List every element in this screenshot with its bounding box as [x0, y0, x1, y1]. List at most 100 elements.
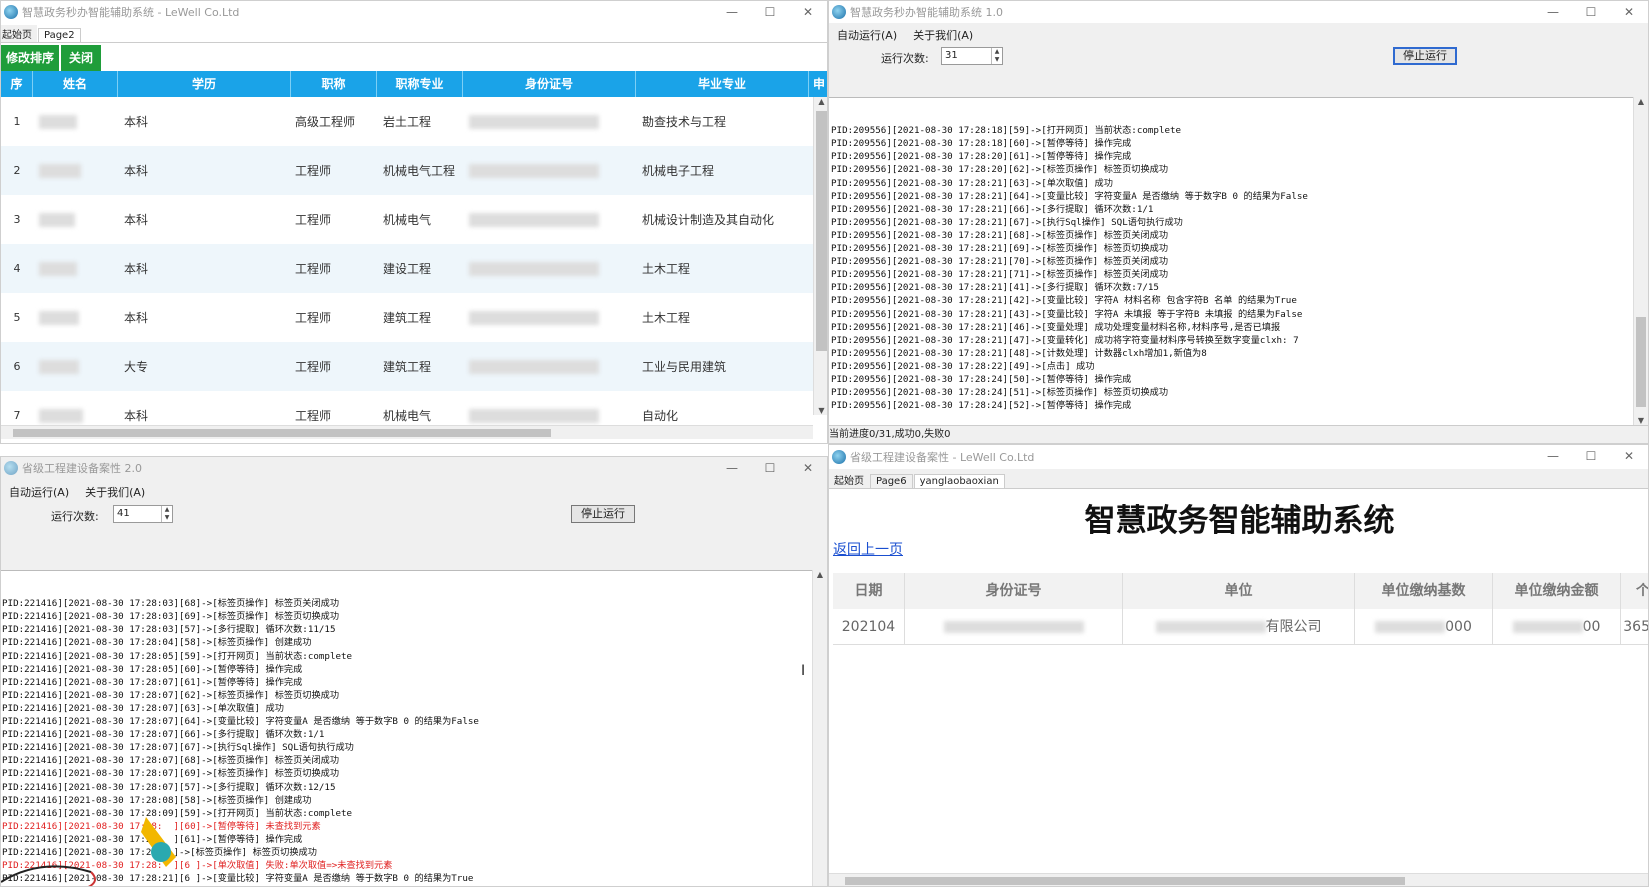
minimize-icon[interactable]: — — [1534, 1, 1572, 23]
stop-run-button[interactable]: 停止运行 — [1393, 47, 1457, 65]
col-header[interactable]: 毕业专业 — [636, 71, 809, 97]
log-line: PID:221416][2021-08-30 17:28:03][68]->[标… — [2, 598, 340, 610]
maximize-icon[interactable]: ☐ — [751, 1, 789, 23]
log-line: PID:221416][2021-08-30 17:28:03][57]->[多… — [2, 624, 336, 636]
title-bar[interactable]: 智慧政务秒办智能辅助系统 1.0 — ☐ ✕ — [829, 1, 1648, 23]
spinner-arrows-icon[interactable]: ▲ ▼ — [991, 48, 1002, 64]
log-line: PID:209556][2021-08-30 17:28:24][51]->[标… — [831, 387, 1169, 399]
scroll-down-icon[interactable]: ▼ — [814, 406, 827, 415]
tab-yanglaobaoxian[interactable]: yanglaobaoxian — [913, 474, 1005, 488]
tab-start[interactable]: 起始页 — [1, 25, 37, 42]
log-line: PID:221416][2021-08-30 17:28:05][59]->[打… — [2, 650, 353, 662]
scroll-up-icon[interactable]: ▲ — [1634, 97, 1648, 106]
table-row[interactable]: 3 本科 工程师 机械电气 机械设计制造及其自动化 — [1, 195, 813, 244]
tab-page6[interactable]: Page6 — [870, 474, 913, 488]
cell-grad: 土木工程 — [642, 262, 691, 276]
col-header[interactable]: 职称 — [291, 71, 377, 97]
col-header[interactable]: 身份证号 — [463, 71, 636, 97]
close-icon[interactable]: ✕ — [789, 1, 827, 23]
log-line: PID:221416][2021-08-30 17:28:04][58]->[标… — [2, 637, 312, 649]
run-count-input[interactable]: 31 ▲ ▼ — [941, 47, 1003, 65]
cell-edu: 大专 — [124, 360, 149, 374]
col-header: 日期 — [833, 573, 905, 609]
minimize-icon[interactable]: — — [713, 1, 751, 23]
page-hscroll[interactable] — [829, 873, 1648, 886]
log-line: PID:209556][2021-08-30 17:28:21][71]->[标… — [831, 269, 1169, 281]
run-count-input[interactable]: 41 ▲ ▼ — [113, 505, 173, 523]
col-header: 单位缴纳金额 — [1493, 573, 1621, 609]
stop-run-button[interactable]: 停止运行 — [571, 505, 635, 523]
scroll-up-icon[interactable]: ▲ — [814, 97, 827, 106]
minimize-icon[interactable]: — — [1534, 445, 1572, 467]
col-header[interactable]: 姓名 — [33, 71, 118, 97]
log-line: PID:209556][2021-08-30 17:28:20][61]->[暂… — [831, 151, 1132, 163]
title-bar[interactable]: 省级工程建设备案性 2.0 — ☐ ✕ — [1, 457, 827, 479]
maximize-icon[interactable]: ☐ — [1572, 445, 1610, 467]
table-hscroll[interactable] — [1, 425, 813, 439]
log-line: PID:209556][2021-08-30 17:28:21][63]->[单… — [831, 177, 1113, 189]
table-row[interactable]: 6 大专 工程师 建筑工程 工业与民用建筑 — [1, 342, 813, 391]
close-icon[interactable]: ✕ — [1610, 1, 1648, 23]
cell-major: 建筑工程 — [383, 311, 432, 325]
cell-no: 7 — [13, 409, 21, 422]
scroll-thumb[interactable] — [1636, 317, 1646, 407]
table-row[interactable]: 4 本科 工程师 建设工程 土木工程 — [1, 244, 813, 293]
col-header[interactable]: 职称专业 — [377, 71, 463, 97]
menu-auto-run[interactable]: 自动运行(A) — [829, 27, 905, 43]
close-button[interactable]: 关闭 — [61, 45, 102, 71]
cell-name — [33, 310, 118, 325]
cell-major: 建设工程 — [383, 262, 432, 276]
run-count-label: 运行次数: — [881, 52, 929, 65]
menu-about[interactable]: 关于我们(A) — [905, 27, 981, 43]
log-output[interactable]: PID:209556][2021-08-30 17:28:18][59]->[打… — [829, 97, 1648, 425]
cell-name — [33, 408, 118, 423]
table-vscroll[interactable]: ▲ ▼ — [813, 97, 827, 415]
log-line: PID:209556][2021-08-30 17:28:20][62]->[标… — [831, 164, 1169, 176]
log-line: PID:221416][2021-08-30 17:28:07][62]->[标… — [2, 689, 340, 701]
cell-id — [463, 114, 636, 129]
table-row[interactable]: 5 本科 工程师 建筑工程 土木工程 — [1, 293, 813, 342]
log-line: PID:209556][2021-08-30 17:28:24][52]->[暂… — [831, 400, 1132, 412]
window-browser: 省级工程建设备案性 - LeWell Co.Ltd — ☐ ✕ 起始页 Page… — [828, 444, 1649, 887]
log-vscroll[interactable]: ▲ ▼ — [1633, 97, 1648, 425]
table-row[interactable]: 2 本科 工程师 机械电气工程 机械电子工程 — [1, 146, 813, 195]
cell-major: 机械电气 — [383, 409, 432, 423]
log-line: PID:209556][2021-08-30 17:28:18][59]->[打… — [831, 125, 1182, 137]
app-icon — [832, 450, 846, 464]
col-header[interactable]: 申 — [809, 71, 827, 97]
tab-page2[interactable]: Page2 — [38, 28, 81, 42]
minimize-icon[interactable]: — — [713, 457, 751, 479]
close-icon[interactable]: ✕ — [789, 457, 827, 479]
modify-sort-button[interactable]: 修改排序 — [1, 45, 62, 71]
cell-edu: 本科 — [124, 115, 149, 129]
maximize-icon[interactable]: ☐ — [751, 457, 789, 479]
col-header[interactable]: 序 — [1, 71, 33, 97]
menu-auto-run[interactable]: 自动运行(A) — [1, 484, 77, 500]
log-line: PID:221416][2021-08-30 17:28:05][60]->[暂… — [2, 663, 303, 675]
tab-strip: 起始页 Page6 yanglaobaoxian — [829, 469, 1648, 489]
tab-start[interactable]: 起始页 — [829, 471, 869, 488]
col-header[interactable]: 学历 — [118, 71, 291, 97]
scroll-down-icon[interactable]: ▼ — [1634, 416, 1648, 425]
menu-about[interactable]: 关于我们(A) — [77, 484, 153, 500]
log-line: PID:221416][2021-08-30 17:28:07][57]->[多… — [2, 781, 336, 793]
hscroll-thumb[interactable] — [845, 877, 1405, 885]
table-row[interactable]: 1 本科 高级工程师 岩土工程 勘查技术与工程 — [1, 97, 813, 146]
hscroll-thumb[interactable] — [13, 429, 551, 437]
desktop-mascot-image — [1, 817, 176, 886]
spinner-arrows-icon[interactable]: ▲ ▼ — [161, 506, 172, 522]
cell-id — [905, 609, 1123, 644]
title-bar[interactable]: 省级工程建设备案性 - LeWell Co.Ltd — ☐ ✕ — [829, 445, 1648, 469]
cell-grad: 工业与民用建筑 — [642, 360, 727, 374]
back-link[interactable]: 返回上一页 — [833, 539, 903, 559]
table-row: 202104 有限公司 000 00 365 — [833, 609, 1648, 645]
app-icon — [4, 5, 18, 19]
log-line: PID:221416][2021-08-30 17:28:07][66]->[多… — [2, 729, 325, 741]
close-icon[interactable]: ✕ — [1610, 445, 1648, 467]
cell-name — [33, 163, 118, 178]
maximize-icon[interactable]: ☐ — [1572, 1, 1610, 23]
title-bar[interactable]: 智慧政务秒办智能辅助系统 - LeWell Co.Ltd — ☐ ✕ — [1, 1, 827, 23]
log-vscroll[interactable]: ▲ — [812, 570, 827, 886]
scroll-thumb[interactable] — [816, 111, 827, 351]
scroll-up-icon[interactable]: ▲ — [813, 570, 827, 579]
